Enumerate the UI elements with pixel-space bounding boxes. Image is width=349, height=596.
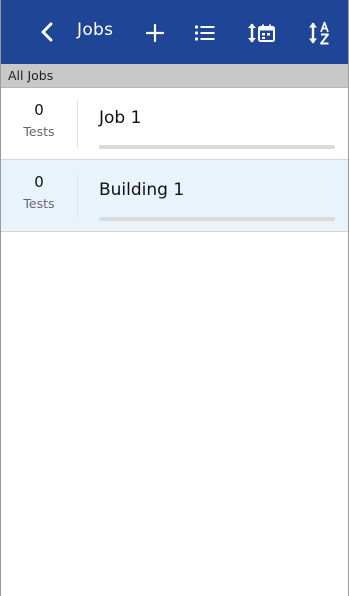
job-progress-bar (99, 217, 335, 221)
test-count: 0 Tests (1, 160, 77, 231)
test-count: 0 Tests (1, 88, 77, 159)
sort-alpha-icon (309, 21, 329, 45)
add-job-button[interactable] (142, 20, 168, 46)
job-row-1[interactable]: 0 Tests Job 1 (1, 88, 348, 160)
chevron-left-icon (41, 22, 53, 42)
app-frame: Jobs All Jobs 0 Tests Job 1 0 Tests Buil… (0, 0, 349, 596)
list-icon (194, 25, 215, 41)
test-count-label: Tests (23, 196, 55, 211)
test-count-value: 0 (34, 173, 44, 191)
test-count-value: 0 (34, 101, 44, 119)
divider (77, 173, 78, 219)
sort-by-date-button[interactable] (247, 20, 277, 46)
divider (77, 101, 78, 147)
job-name: Job 1 (99, 108, 142, 128)
job-name: Building 1 (99, 180, 185, 200)
test-count-label: Tests (23, 124, 55, 139)
all-jobs-header: All Jobs (1, 64, 348, 88)
app-bar: Jobs (1, 0, 348, 64)
back-button[interactable] (35, 19, 59, 45)
page-title: Jobs (77, 20, 114, 40)
list-view-button[interactable] (192, 20, 218, 46)
sort-alpha-button[interactable] (308, 20, 338, 46)
all-jobs-label: All Jobs (8, 68, 54, 83)
job-list: 0 Tests Job 1 0 Tests Building 1 (1, 88, 348, 232)
sort-by-date-icon (248, 23, 275, 43)
job-row-2[interactable]: 0 Tests Building 1 (1, 160, 348, 232)
job-progress-bar (99, 145, 335, 149)
plus-icon (146, 24, 164, 42)
